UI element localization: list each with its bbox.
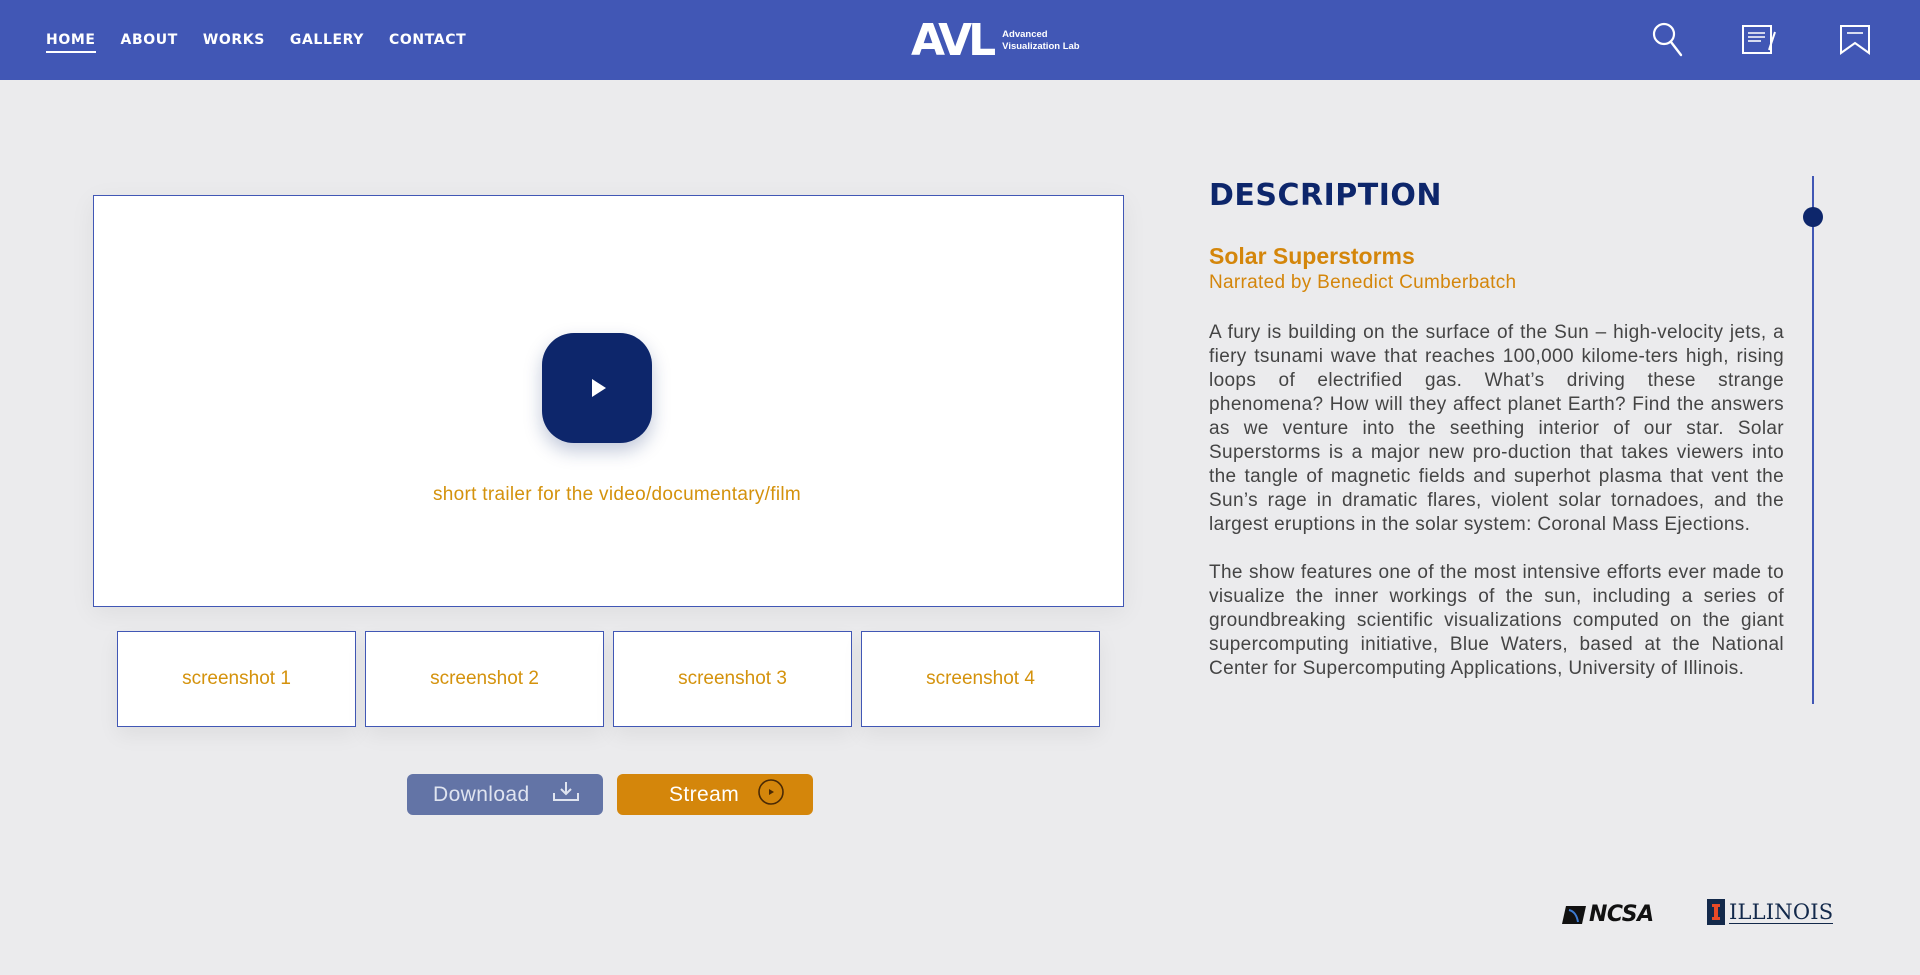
notes-icon[interactable] <box>1741 22 1777 60</box>
screenshot-thumb-4[interactable]: screenshot 4 <box>861 631 1100 727</box>
bookmark-icon[interactable] <box>1838 22 1872 60</box>
screenshot-thumb-1[interactable]: screenshot 1 <box>117 631 356 727</box>
stream-play-icon <box>757 778 785 812</box>
screenshot-thumb-3[interactable]: screenshot 3 <box>613 631 852 727</box>
ncsa-mark-icon <box>1562 905 1586 924</box>
description-paragraph-1: A fury is building on the surface of the… <box>1209 322 1784 535</box>
film-title: Solar Superstorms <box>1209 243 1415 269</box>
download-icon <box>552 781 580 809</box>
video-player[interactable]: short trailer for the video/documentary/… <box>93 195 1124 607</box>
nav-about[interactable]: ABOUT <box>121 31 178 53</box>
play-icon <box>592 379 606 397</box>
description-paragraph-2: The show features one of the most intens… <box>1209 562 1784 679</box>
description-heading: DESCRIPTION <box>1209 178 1443 213</box>
logo-line-1: Advanced <box>1002 29 1048 40</box>
download-label: Download <box>433 782 530 806</box>
scroll-thumb[interactable] <box>1803 207 1823 227</box>
search-icon[interactable] <box>1652 22 1684 62</box>
trailer-caption: short trailer for the video/documentary/… <box>432 484 801 505</box>
top-header: HOME ABOUT WORKS GALLERY CONTACT AVL Adv… <box>0 0 1920 80</box>
description-panel: DESCRIPTION Solar Superstorms Narrated b… <box>1209 178 1784 681</box>
scroll-track[interactable] <box>1812 176 1814 704</box>
logo-line-2: Visualization Lab <box>1002 41 1080 52</box>
ncsa-logo[interactable]: NCSA <box>1562 902 1654 927</box>
stream-label: Stream <box>669 782 740 806</box>
logo-subtitle: Advanced Visualization Lab <box>1002 29 1079 53</box>
nav-contact[interactable]: CONTACT <box>389 31 466 53</box>
nav-home[interactable]: HOME <box>46 31 96 53</box>
illinois-logo-text: ILLINOIS <box>1729 899 1834 924</box>
illinois-logo[interactable]: ILLINOIS <box>1707 899 1834 925</box>
film-narrator: Narrated by Benedict Cumberbatch <box>1209 272 1517 293</box>
play-button[interactable] <box>542 333 652 443</box>
ncsa-logo-text: NCSA <box>1589 902 1654 927</box>
download-button[interactable]: Download <box>407 774 603 815</box>
screenshot-thumb-2[interactable]: screenshot 2 <box>365 631 604 727</box>
avl-logo[interactable]: AVL Advanced Visualization Lab <box>911 15 1080 66</box>
illinois-block-i-icon <box>1707 899 1725 925</box>
stream-button[interactable]: Stream <box>617 774 813 815</box>
nav-gallery[interactable]: GALLERY <box>290 31 364 53</box>
nav-works[interactable]: WORKS <box>203 31 265 53</box>
logo-mark: AVL <box>911 15 996 66</box>
main-nav: HOME ABOUT WORKS GALLERY CONTACT <box>46 31 491 53</box>
